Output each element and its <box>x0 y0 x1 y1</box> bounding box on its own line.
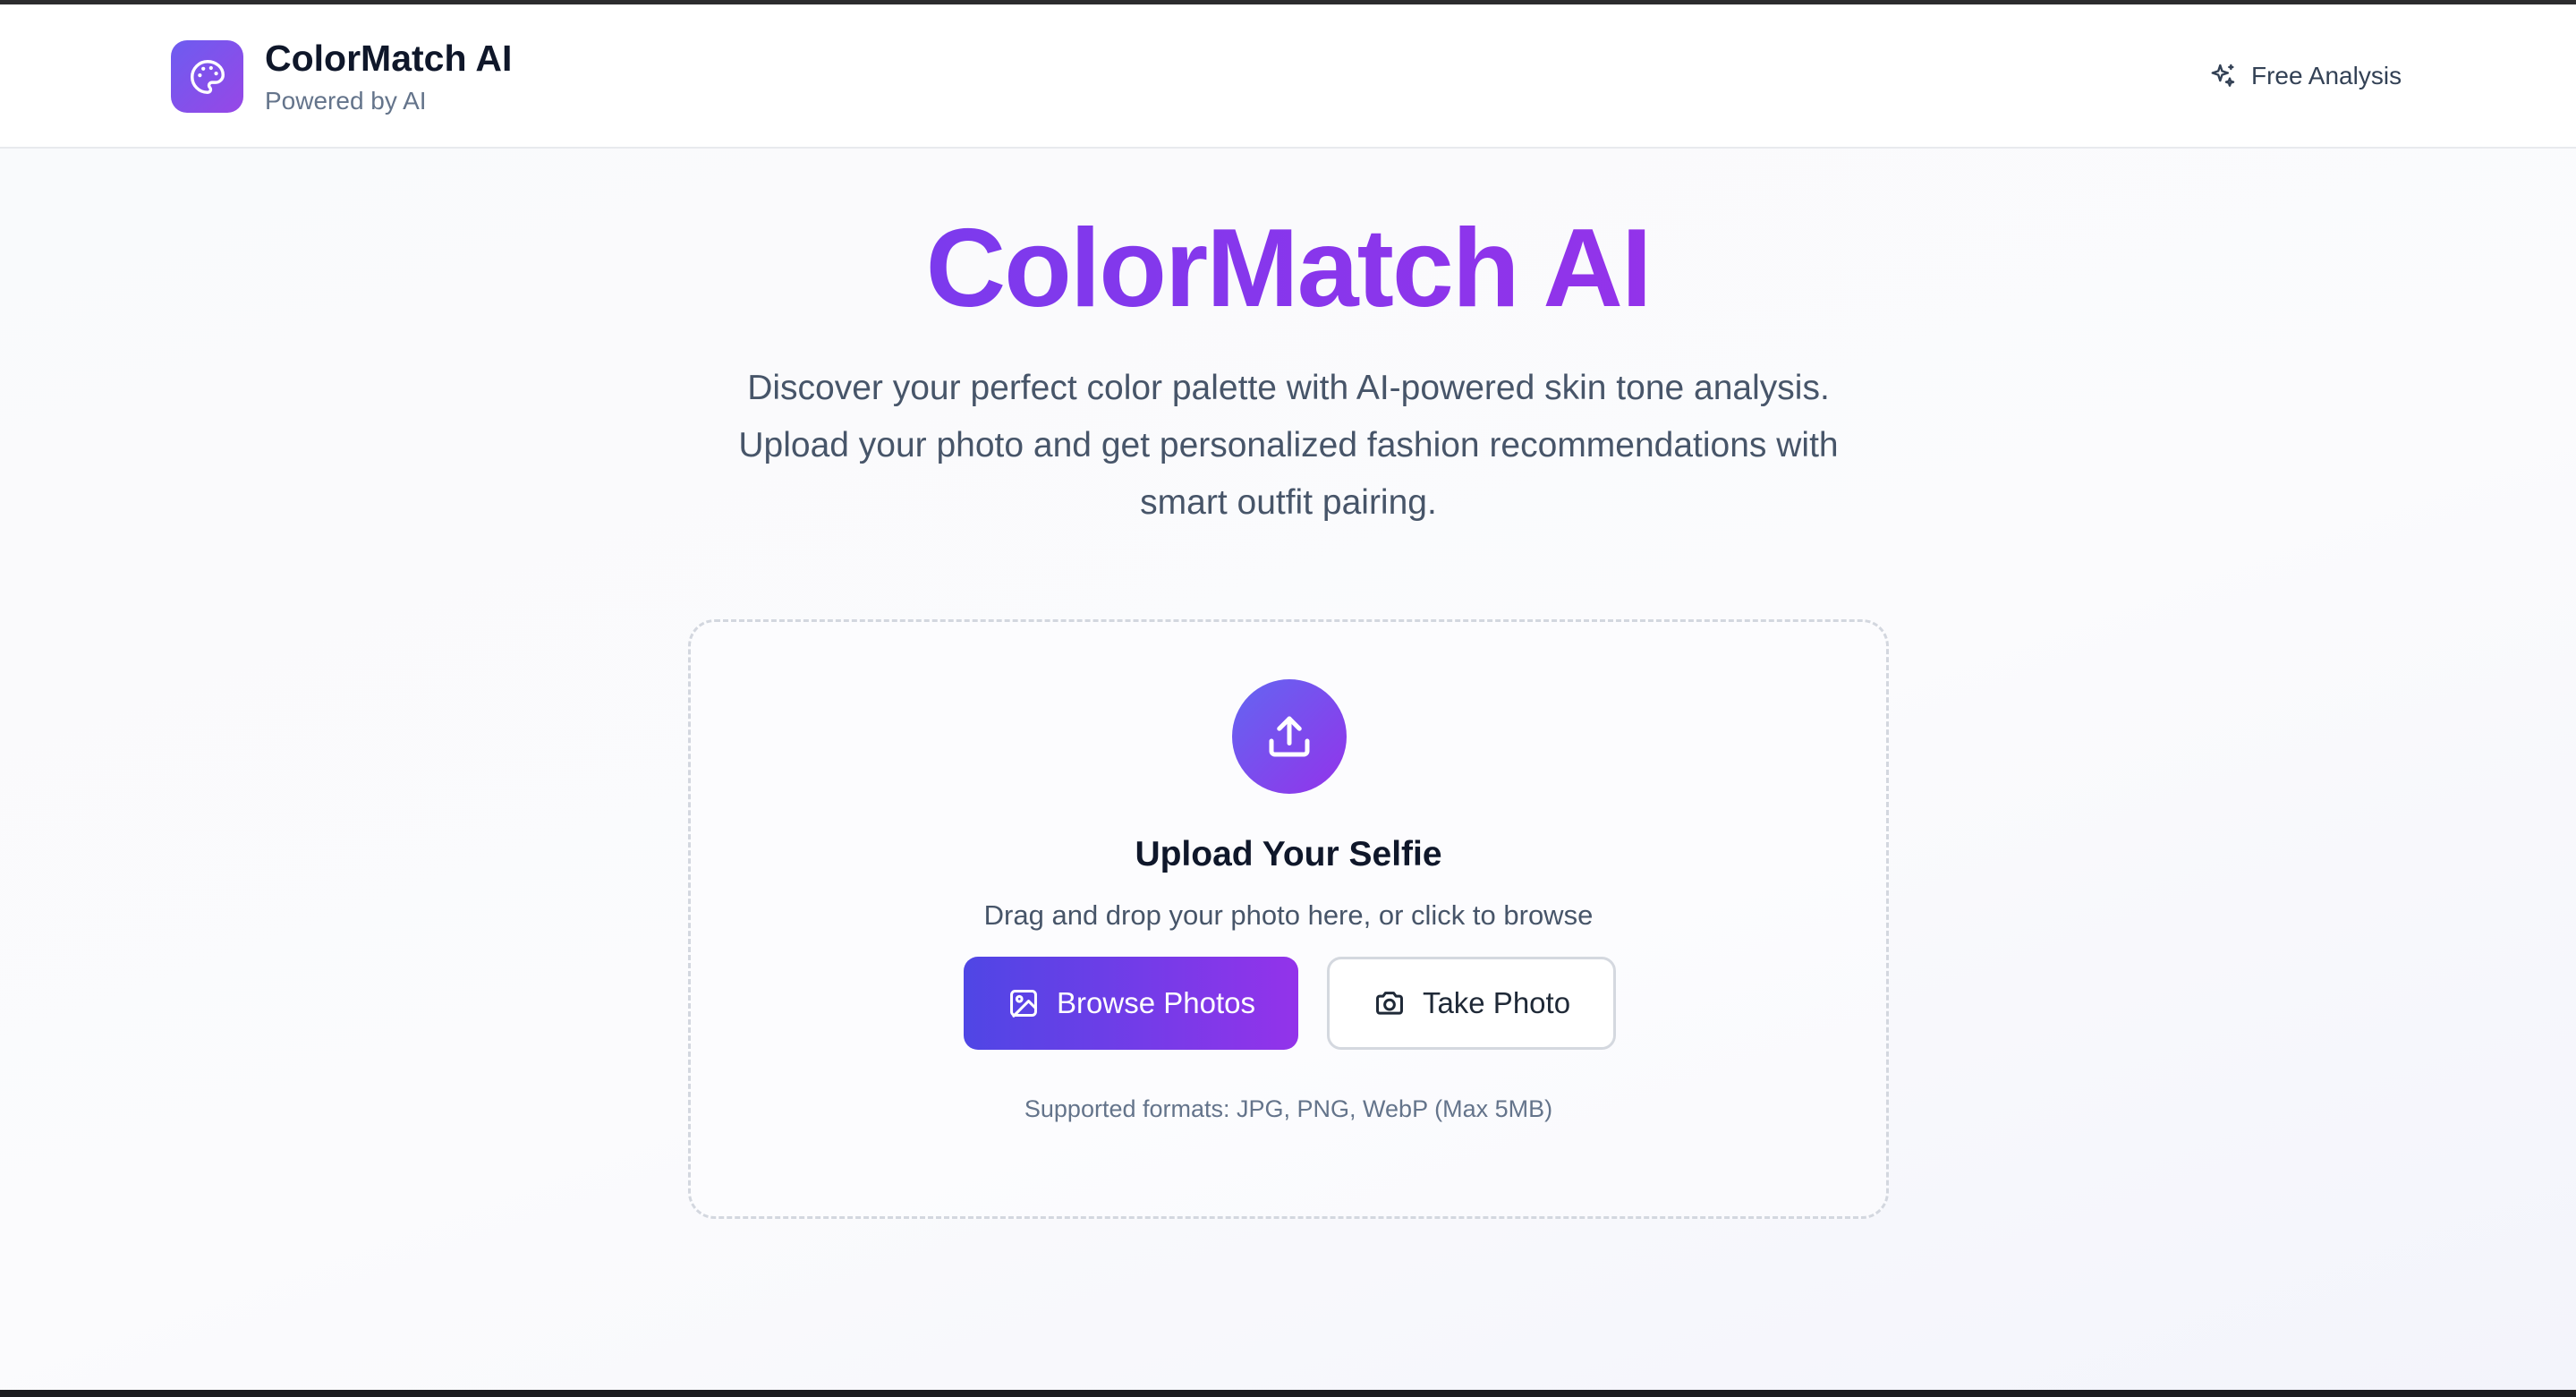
upload-hint: Drag and drop your photo here, or click … <box>983 899 1594 931</box>
hero-title: ColorMatch AI <box>0 202 2576 336</box>
brand-name: ColorMatch AI <box>265 38 513 79</box>
take-photo-button[interactable]: Take Photo <box>1327 957 1616 1050</box>
hero-description: Discover your perfect color palette with… <box>738 369 1839 522</box>
browse-photos-label: Browse Photos <box>1057 986 1255 1019</box>
app-header: ColorMatch AI Powered by AI Free Analysi… <box>0 4 2576 149</box>
app-logo[interactable] <box>171 40 243 113</box>
sparkles-icon <box>2208 62 2237 90</box>
main-content: ColorMatch AI Discover your perfect colo… <box>0 149 2576 1390</box>
supported-formats-note: Supported formats: JPG, PNG, WebP (Max 5… <box>1024 1095 1553 1122</box>
free-analysis-label: Free Analysis <box>2251 62 2402 89</box>
take-photo-label: Take Photo <box>1422 986 1571 1019</box>
upload-dropzone[interactable]: Upload Your Selfie Drag and drop your ph… <box>688 619 1889 1219</box>
brand-subtitle: Powered by AI <box>265 87 427 115</box>
window-bottom-edge <box>0 1390 2576 1397</box>
hero-title-text: ColorMatch AI <box>925 207 1653 330</box>
free-analysis-link[interactable]: Free Analysis <box>2208 62 2402 90</box>
image-icon <box>1007 986 1041 1020</box>
upload-button-circle[interactable] <box>1232 679 1347 794</box>
upload-title: Upload Your Selfie <box>1135 835 1442 873</box>
browse-photos-button[interactable]: Browse Photos <box>964 957 1298 1050</box>
camera-icon <box>1373 986 1407 1020</box>
upload-icon <box>1262 710 1316 763</box>
palette-icon <box>187 56 228 98</box>
